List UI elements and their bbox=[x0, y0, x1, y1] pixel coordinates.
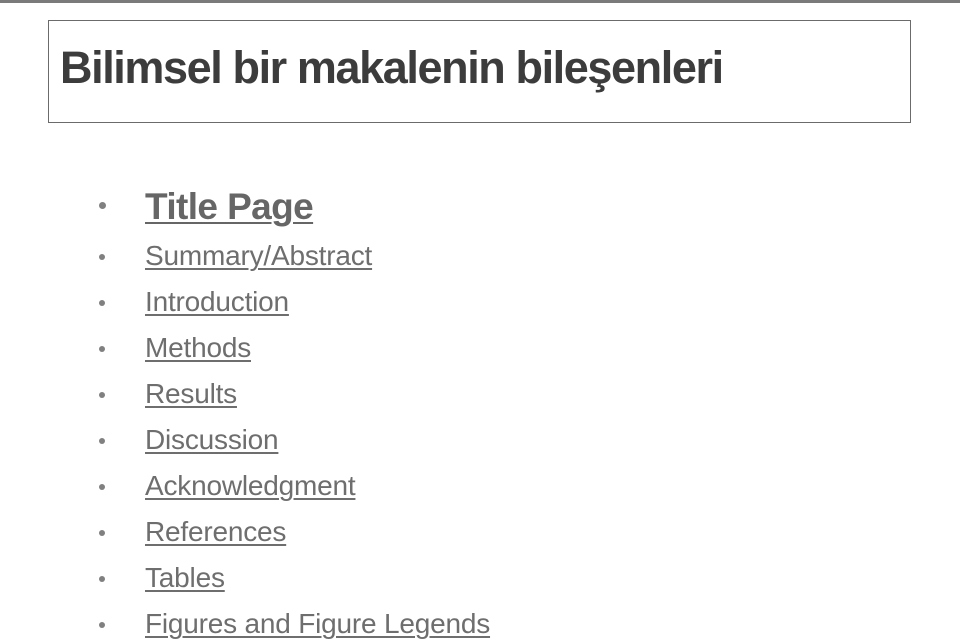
link-summary-abstract[interactable]: Summary/Abstract bbox=[145, 242, 372, 270]
link-results[interactable]: Results bbox=[145, 380, 237, 408]
slide-title: Bilimsel bir makalenin bileşenleri bbox=[60, 42, 724, 93]
bullet-icon bbox=[99, 576, 105, 582]
bullet-icon bbox=[99, 300, 105, 306]
bullet-icon bbox=[99, 484, 105, 490]
bullet-icon bbox=[99, 438, 105, 444]
title-box: Bilimsel bir makalenin bileşenleri bbox=[48, 20, 911, 123]
link-discussion[interactable]: Discussion bbox=[145, 426, 279, 454]
link-references[interactable]: References bbox=[145, 518, 286, 546]
link-introduction[interactable]: Introduction bbox=[145, 288, 289, 316]
link-methods[interactable]: Methods bbox=[145, 334, 251, 362]
link-title-page[interactable]: Title Page bbox=[145, 188, 314, 225]
link-acknowledgment[interactable]: Acknowledgment bbox=[145, 472, 356, 500]
top-border-line bbox=[0, 0, 960, 3]
link-tables[interactable]: Tables bbox=[145, 564, 225, 592]
bullet-icon bbox=[99, 622, 105, 628]
link-figures-and-figure-legends[interactable]: Figures and Figure Legends bbox=[145, 610, 490, 638]
bullet-icon bbox=[99, 392, 105, 398]
bullet-icon bbox=[99, 254, 105, 260]
bullet-icon bbox=[99, 530, 105, 536]
bullet-icon bbox=[99, 346, 105, 352]
bullet-icon bbox=[99, 202, 106, 209]
